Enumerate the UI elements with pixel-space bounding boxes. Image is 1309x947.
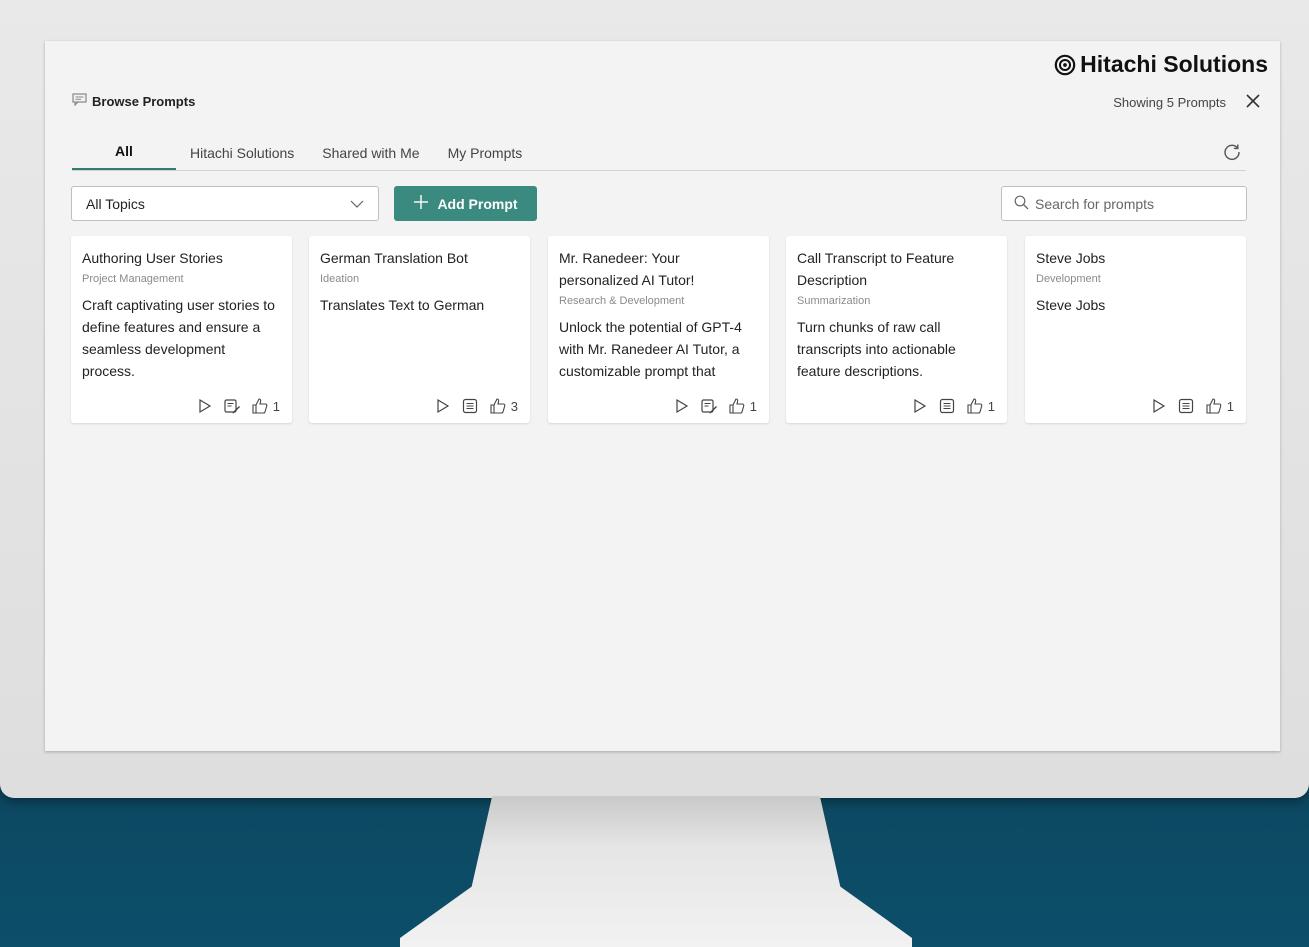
tab-bar: All Hitachi Solutions Shared with Me My …	[72, 137, 1246, 171]
card-actions: 1	[672, 397, 757, 415]
thumbs-up-icon	[729, 398, 745, 414]
panel-title: Browse Prompts	[72, 93, 195, 109]
search-input[interactable]	[1035, 195, 1234, 212]
topic-dropdown-value: All Topics	[86, 195, 145, 212]
thumbs-up-icon	[1206, 398, 1222, 414]
thumbs-up-icon	[967, 398, 983, 414]
card-description: Unlock the potential of GPT-4 with Mr. R…	[559, 319, 742, 379]
like-count: 1	[272, 398, 280, 414]
thumbs-up-icon	[490, 398, 506, 414]
run-prompt-button[interactable]	[910, 397, 928, 415]
edit-note-icon	[701, 399, 717, 414]
close-icon	[1246, 94, 1260, 108]
card-title: Steve Jobs	[1036, 250, 1106, 266]
list-icon	[939, 398, 954, 414]
prompt-card[interactable]: Call Transcript to Feature Description S…	[786, 236, 1007, 423]
tab-shared-with-me[interactable]: Shared with Me	[308, 145, 433, 170]
topic-dropdown[interactable]: All Topics	[71, 186, 379, 221]
play-icon	[914, 398, 926, 414]
plus-icon	[413, 194, 429, 214]
tab-my-prompts[interactable]: My Prompts	[434, 145, 537, 170]
like-button[interactable]: 1	[1205, 397, 1234, 415]
card-description: Craft captivating user stories to define…	[82, 297, 275, 379]
tab-all[interactable]: All	[72, 143, 176, 170]
run-prompt-button[interactable]	[195, 397, 213, 415]
card-topic: Summarization	[797, 295, 871, 307]
like-count: 1	[1226, 398, 1234, 414]
list-icon	[462, 398, 477, 414]
card-topic: Ideation	[320, 273, 360, 285]
chat-icon	[72, 93, 87, 109]
prompt-card[interactable]: Steve Jobs Development Steve Jobs 1	[1025, 236, 1246, 423]
hitachi-logo-icon	[1054, 54, 1076, 75]
card-description: Turn chunks of raw call transcripts into…	[797, 319, 956, 379]
edit-prompt-button[interactable]	[223, 397, 241, 415]
card-title: German Translation Bot	[320, 250, 468, 266]
card-description: Steve Jobs	[1036, 297, 1106, 313]
view-prompt-button[interactable]	[461, 397, 479, 415]
close-button[interactable]	[1242, 90, 1264, 112]
edit-note-icon	[224, 399, 240, 414]
tab-hitachi-solutions[interactable]: Hitachi Solutions	[176, 145, 308, 170]
like-button[interactable]: 1	[966, 397, 995, 415]
brand-logo: Hitachi Solutions	[1054, 51, 1268, 78]
like-count: 3	[510, 398, 518, 414]
card-topic: Project Management	[82, 273, 184, 285]
prompt-card[interactable]: Mr. Ranedeer: Your personalized AI Tutor…	[548, 236, 769, 423]
run-prompt-button[interactable]	[433, 397, 451, 415]
card-description: Translates Text to German	[320, 297, 485, 313]
prompt-count: Showing 5 Prompts	[1113, 95, 1226, 110]
search-box	[1001, 186, 1247, 221]
like-count: 1	[749, 398, 757, 414]
card-topic: Development	[1036, 273, 1101, 285]
view-prompt-button[interactable]	[1177, 397, 1195, 415]
play-icon	[676, 398, 688, 414]
brand-name: Hitachi Solutions	[1080, 51, 1268, 77]
play-icon	[199, 398, 211, 414]
refresh-icon	[1224, 144, 1240, 161]
run-prompt-button[interactable]	[672, 397, 690, 415]
card-title: Call Transcript to Feature Description	[797, 250, 955, 288]
card-title: Authoring User Stories	[82, 250, 223, 266]
card-topic: Research & Development	[559, 295, 685, 307]
card-actions: 1	[1149, 397, 1234, 415]
like-count: 1	[987, 398, 995, 414]
like-button[interactable]: 3	[489, 397, 518, 415]
play-icon	[437, 398, 449, 414]
app-screen: Hitachi Solutions Browse Prompts Showing…	[45, 41, 1280, 751]
like-button[interactable]: 1	[728, 397, 757, 415]
refresh-button[interactable]	[1220, 140, 1244, 164]
prompt-card[interactable]: Authoring User Stories Project Managemen…	[71, 236, 292, 423]
list-icon	[1178, 398, 1193, 414]
view-prompt-button[interactable]	[938, 397, 956, 415]
like-button[interactable]: 1	[251, 397, 280, 415]
play-icon	[1153, 398, 1165, 414]
monitor-stand	[400, 796, 912, 947]
prompt-card[interactable]: German Translation Bot Ideation Translat…	[309, 236, 530, 423]
card-actions: 1	[910, 397, 995, 415]
add-prompt-button[interactable]: Add Prompt	[394, 186, 537, 221]
panel-title-text: Browse Prompts	[92, 93, 196, 109]
card-title: Mr. Ranedeer: Your personalized AI Tutor…	[559, 250, 695, 288]
card-actions: 1	[195, 397, 280, 415]
run-prompt-button[interactable]	[1149, 397, 1167, 415]
chevron-down-icon	[350, 196, 364, 211]
search-icon	[1014, 195, 1029, 213]
card-actions: 3	[433, 397, 518, 415]
edit-prompt-button[interactable]	[700, 397, 718, 415]
thumbs-up-icon	[252, 398, 268, 414]
add-prompt-label: Add Prompt	[437, 195, 518, 212]
